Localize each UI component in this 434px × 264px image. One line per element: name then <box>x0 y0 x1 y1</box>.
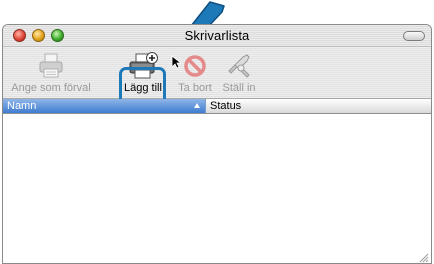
printer-default-icon <box>39 53 63 78</box>
utility-tools-icon <box>228 54 250 78</box>
title-bar[interactable]: Skrivarlista <box>3 25 431 47</box>
set-default-button[interactable]: Ange som förval <box>5 47 97 99</box>
printer-list[interactable] <box>3 114 431 263</box>
column-header-status[interactable]: Status <box>206 99 431 113</box>
delete-icon <box>184 55 206 77</box>
set-default-label: Ange som förval <box>11 82 91 94</box>
toolbar-toggle-button[interactable] <box>403 31 425 41</box>
delete-label: Ta bort <box>178 82 212 94</box>
column-status-label: Status <box>210 100 242 112</box>
configure-button[interactable]: Ställ in <box>217 47 261 99</box>
mouse-pointer-icon <box>171 55 181 69</box>
window-title: Skrivarlista <box>184 28 250 43</box>
sort-ascending-icon <box>194 103 200 108</box>
column-name-label: Namn <box>7 100 37 112</box>
configure-label: Ställ in <box>222 82 256 94</box>
column-header-name[interactable]: Namn <box>3 99 206 113</box>
toolbar: Ange som förval Lägg till Ta bort Ställ … <box>3 47 431 116</box>
resize-grip-icon[interactable] <box>418 252 429 263</box>
list-header: Namn Status <box>3 99 431 114</box>
printer-list-window: Skrivarlista Ange som förval Lägg till T… <box>2 24 432 264</box>
